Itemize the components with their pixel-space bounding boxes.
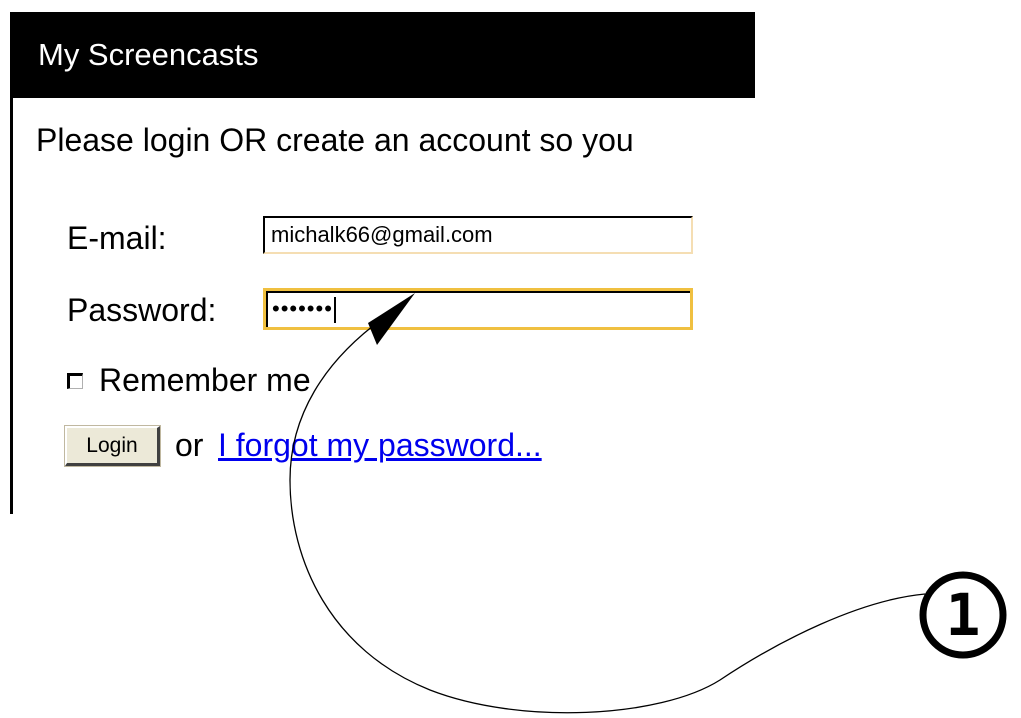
panel-title: My Screencasts — [13, 12, 755, 98]
login-button[interactable]: Login — [64, 425, 161, 467]
email-label: E-mail: — [67, 220, 167, 256]
remember-me-row: Remember me — [67, 362, 311, 399]
remember-me-label: Remember me — [99, 362, 311, 398]
password-value: ••••••• — [272, 296, 333, 321]
password-input[interactable]: ••••••• — [263, 288, 693, 330]
forgot-password-link[interactable]: I forgot my password... — [218, 427, 542, 464]
email-field[interactable]: michalk66@gmail.com — [263, 216, 693, 254]
intro-text: Please login OR create an account so you — [36, 122, 634, 158]
text-caret — [333, 297, 336, 324]
or-text: or — [175, 427, 204, 463]
password-label: Password: — [67, 292, 217, 328]
remember-me-checkbox[interactable] — [67, 372, 83, 389]
callout-number: 1 — [945, 581, 981, 649]
email-value: michalk66@gmail.com — [271, 222, 493, 247]
login-panel: My Screencasts Please login OR create an… — [10, 12, 755, 514]
stage: My Screencasts Please login OR create an… — [0, 0, 1021, 718]
